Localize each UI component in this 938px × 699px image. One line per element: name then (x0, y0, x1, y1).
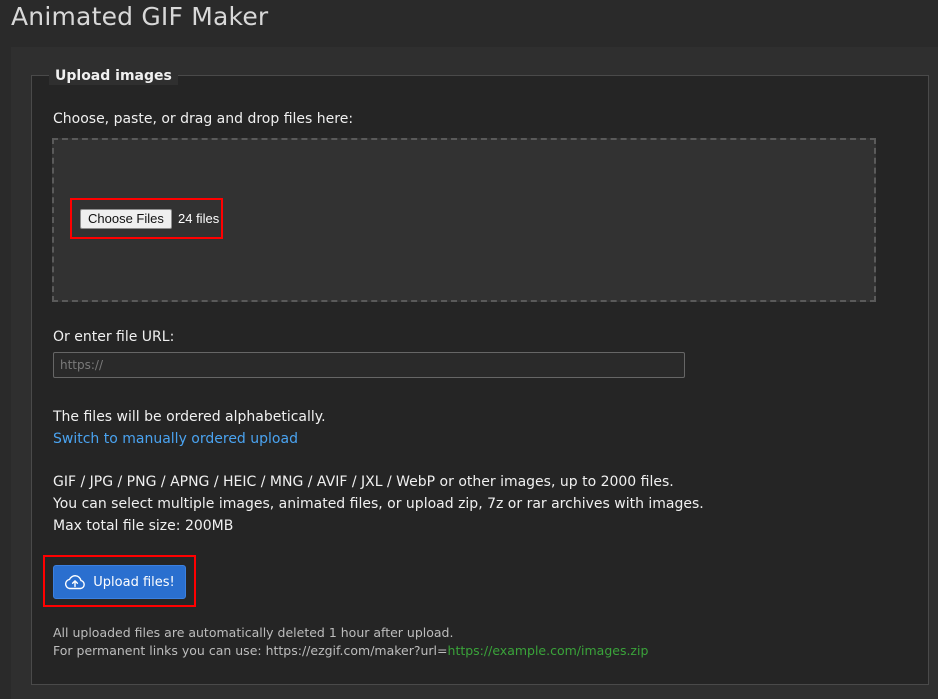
file-picker-highlight: Choose Files 24 files (70, 198, 223, 239)
url-label: Or enter file URL: (53, 329, 175, 345)
permalink-example-link[interactable]: https://example.com/images.zip (448, 643, 649, 658)
formats-info: GIF / JPG / PNG / APNG / HEIC / MNG / AV… (53, 474, 674, 490)
choose-files-button[interactable]: Choose Files (80, 209, 172, 229)
permalink-note: For permanent links you can use: https:/… (53, 643, 648, 659)
selected-file-count: 24 files (178, 211, 220, 226)
max-size-info: Max total file size: 200MB (53, 518, 234, 534)
upload-legend: Upload images (49, 67, 178, 85)
permalink-prefix: For permanent links you can use: https:/… (53, 643, 448, 658)
order-note: The files will be ordered alphabetically… (53, 409, 326, 425)
upload-files-button[interactable]: Upload files! (53, 565, 186, 599)
auto-delete-note: All uploaded files are automatically del… (53, 625, 454, 640)
multi-upload-info: You can select multiple images, animated… (53, 496, 704, 512)
choose-files-label: Choose, paste, or drag and drop files he… (53, 111, 354, 127)
page-title: Animated GIF Maker (11, 2, 269, 31)
upload-button-highlight: Upload files! (43, 555, 196, 607)
cloud-upload-icon (64, 574, 86, 590)
switch-manual-order-link[interactable]: Switch to manually ordered upload (53, 431, 298, 447)
file-url-input[interactable] (53, 352, 685, 378)
upload-button-label: Upload files! (93, 574, 175, 590)
